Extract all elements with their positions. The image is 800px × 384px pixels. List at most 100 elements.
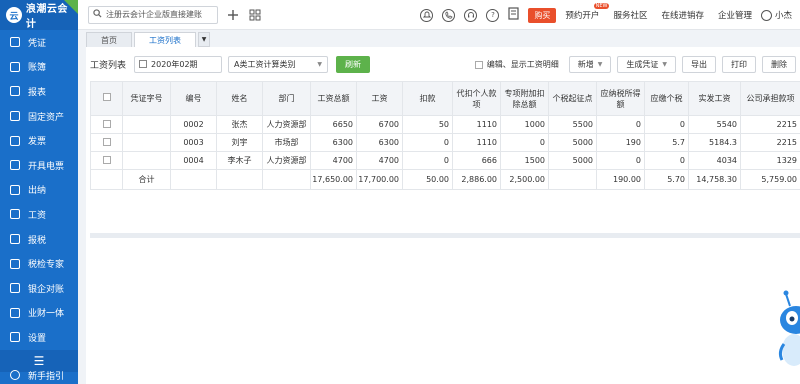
sidebar-item-5[interactable]: 开具电票: [0, 153, 78, 178]
column-header: 扣款: [402, 81, 453, 116]
sidebar-item-label: 固定资产: [28, 112, 65, 123]
table-row[interactable]: 0002 张杰 人力资源部 6650 6700 50 1110 1000 5500 0 0 5540 2…: [90, 115, 800, 134]
buy-button[interactable]: 购买: [528, 7, 557, 23]
top-link-label: 在线进销存: [661, 11, 704, 21]
sidebar-item-10[interactable]: 银企对账: [0, 276, 78, 301]
period-picker[interactable]: 2020年02期: [134, 55, 223, 73]
top-link-3[interactable]: 企业管理: [718, 9, 752, 21]
row-select-cell[interactable]: [90, 151, 123, 170]
toolbar-button-1[interactable]: 生成凭证 ▼: [617, 56, 676, 73]
top-link-2[interactable]: 在线进销存: [661, 9, 704, 21]
toolbar-title: 工资列表: [90, 60, 127, 71]
row-select-cell[interactable]: [90, 115, 123, 134]
table-cell: [122, 151, 171, 170]
headset-icon[interactable]: [464, 8, 478, 22]
brand[interactable]: 云 浪潮云会计: [0, 0, 78, 30]
corner-flag-icon: [64, 0, 78, 14]
sidebar-item-9[interactable]: 税检专家: [0, 251, 78, 276]
toolbar-button-label: 导出: [691, 60, 707, 69]
table-cell: 刘宇: [216, 133, 263, 152]
sidebar-item-8[interactable]: 报税: [0, 227, 78, 252]
toolbar-button-2[interactable]: 导出: [682, 56, 716, 73]
horizontal-scrollbar[interactable]: [90, 233, 800, 238]
top-link-1[interactable]: 服务社区: [613, 9, 647, 21]
search-box[interactable]: 注册云会计企业版直接建账: [88, 5, 218, 24]
user-menu[interactable]: 小杰: [760, 9, 792, 21]
select-all-checkbox[interactable]: [102, 93, 111, 101]
table-cell: 4700: [310, 151, 357, 170]
table-cell: 1329: [740, 151, 800, 170]
help-icon[interactable]: ?: [486, 8, 500, 22]
tab-0[interactable]: 首页: [86, 32, 132, 47]
tab-menu-icon[interactable]: ▼: [198, 32, 210, 47]
help-guide[interactable]: 新手指引: [0, 366, 78, 384]
table-cell: 1110: [452, 133, 501, 152]
toolbar-button-label: 生成凭证: [626, 60, 659, 69]
search-icon: [93, 8, 102, 21]
total-cell: 2,886.00: [452, 169, 501, 190]
sidebar-item-12[interactable]: 设置: [0, 325, 78, 350]
table-row[interactable]: 0004 李木子 人力资源部 4700 4700 0 666 1500 5000 0 0 4034 13…: [90, 151, 800, 170]
table-cell: 6650: [310, 115, 357, 134]
sidebar-item-label: 发票: [28, 137, 47, 148]
table-cell: 市场部: [262, 133, 311, 152]
mascot-icon[interactable]: [770, 288, 800, 378]
sidebar-item-2[interactable]: 报表: [0, 79, 78, 104]
table-cell: 5184.3: [688, 133, 741, 152]
toolbar-button-0[interactable]: 新增 ▼: [568, 56, 612, 73]
chevron-down-icon: ▼: [597, 61, 603, 68]
table-cell: 4034: [688, 151, 741, 170]
search-text: 注册云会计企业版直接建账: [106, 10, 202, 19]
row-checkbox[interactable]: [102, 155, 111, 164]
row-checkbox[interactable]: [102, 137, 111, 146]
table-cell: 0003: [170, 133, 217, 152]
row-select-cell[interactable]: [90, 133, 123, 152]
sidebar-item-0[interactable]: 凭证: [0, 30, 78, 55]
sidebar-item-11[interactable]: 业财一体: [0, 301, 78, 326]
table-cell: 0: [402, 133, 453, 152]
toolbar-button-4[interactable]: 删除: [762, 56, 796, 73]
edit-option[interactable]: 编辑、显示工资明细: [474, 59, 559, 70]
table-cell: 0: [644, 115, 689, 134]
table-cell: 0: [644, 151, 689, 170]
table-cell: 0: [596, 151, 645, 170]
table-cell: [122, 115, 171, 134]
table-row[interactable]: 0003 刘宇 市场部 6300 6300 0 1110 0 5000 190 5.7 5184.3 2…: [90, 133, 800, 152]
top-bar: 注册云会计企业版直接建账 ? 购买 预约开户 NEW 服务社区 在线进销存 企业管理 小…: [78, 0, 800, 30]
total-cell: 17,700.00: [356, 169, 403, 190]
edit-option-checkbox[interactable]: [474, 60, 483, 69]
sidebar-item-label: 报表: [28, 87, 47, 98]
sidebar-item-icon: [10, 283, 20, 294]
select-all-cell[interactable]: [90, 81, 123, 116]
sidebar-item-3[interactable]: 固定资产: [0, 104, 78, 129]
sidebar-item-icon: [10, 61, 20, 72]
total-cell: 合计: [122, 169, 171, 190]
phone-icon[interactable]: [442, 8, 456, 22]
sidebar-item-6[interactable]: 出纳: [0, 178, 78, 203]
document-icon[interactable]: [508, 7, 520, 23]
top-link-0[interactable]: 预约开户 NEW: [565, 3, 610, 21]
plus-icon[interactable]: [226, 8, 240, 22]
table-cell: 0: [402, 151, 453, 170]
row-checkbox[interactable]: [102, 119, 111, 128]
table-cell: 0004: [170, 151, 217, 170]
toolbar-button-3[interactable]: 打印: [722, 56, 756, 73]
grid-icon[interactable]: [248, 8, 262, 22]
bell-icon[interactable]: [420, 8, 434, 22]
tab-1[interactable]: 工资列表: [134, 32, 196, 47]
total-cell: 50.00: [402, 169, 453, 190]
total-cell: [262, 169, 311, 190]
table-cell: 6700: [356, 115, 403, 134]
salary-list-panel: 工资列表 2020年02期 A类工资计算类别 ▼ 刷新 编辑、显示工资明细 新增…: [86, 47, 800, 384]
table-cell: 5.7: [644, 133, 689, 152]
sidebar-item-icon: [10, 234, 20, 245]
column-header: 凭证字号: [122, 81, 171, 116]
table-cell: 4700: [356, 151, 403, 170]
category-select[interactable]: A类工资计算类别 ▼: [228, 55, 329, 73]
refresh-button[interactable]: 刷新: [336, 55, 371, 73]
sidebar-item-4[interactable]: 发票: [0, 128, 78, 153]
sidebar-item-1[interactable]: 账簿: [0, 55, 78, 80]
table-cell: 6300: [310, 133, 357, 152]
top-bar-right: ? 购买 预约开户 NEW 服务社区 在线进销存 企业管理 小杰: [420, 0, 792, 30]
sidebar-item-7[interactable]: 工资: [0, 202, 78, 227]
